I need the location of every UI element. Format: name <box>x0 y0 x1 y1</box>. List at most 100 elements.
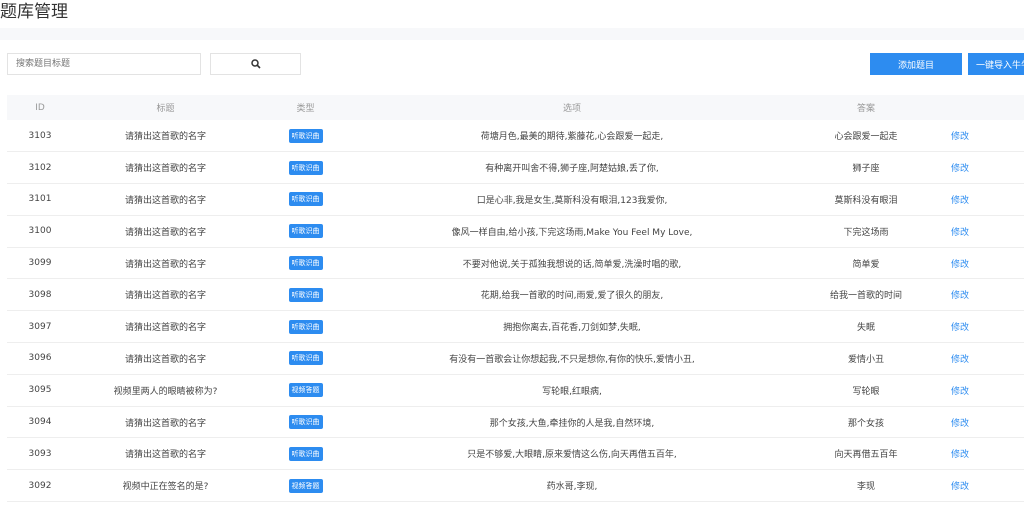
cell-title: 请猜出这首歌的名字 <box>73 215 258 248</box>
edit-link[interactable]: 修改 <box>941 342 1024 375</box>
cell-options: 只是不够爱,大眼睛,原来爱情这么伤,向天再借五百年, <box>353 437 791 471</box>
cell-title: 请猜出这首歌的名字 <box>73 247 258 280</box>
cell-id: 3101 <box>7 183 73 216</box>
type-badge: 听歌识曲 <box>288 351 323 366</box>
col-type: 类型 <box>258 95 353 120</box>
table-row: 3101 请猜出这首歌的名字 听歌识曲 口是心非,我是女生,莫斯科没有眼泪,12… <box>7 183 1024 216</box>
cell-options: 花期,给我一首歌的时间,雨爱,爱了很久的朋友, <box>353 278 791 312</box>
cell-title: 请猜出这首歌的名字 <box>73 406 258 439</box>
table-row: 3093 请猜出这首歌的名字 听歌识曲 只是不够爱,大眼睛,原来爱情这么伤,向天… <box>7 437 1024 471</box>
cell-type: 听歌识曲 <box>258 342 353 375</box>
cell-title: 请猜出这首歌的名字 <box>73 437 258 471</box>
page-title: 题库管理 <box>0 2 68 22</box>
edit-link[interactable]: 修改 <box>941 406 1024 439</box>
search-button[interactable] <box>210 53 301 75</box>
cell-id: 3095 <box>7 374 73 407</box>
table-row: 3097 请猜出这首歌的名字 听歌识曲 拥抱你离去,百花香,刀剑如梦,失眠, 失… <box>7 310 1024 344</box>
cell-id: 3093 <box>7 437 73 471</box>
table-row: 3092 视频中正在签名的是? 视频答题 药水哥,李现, 李现 修改 <box>7 469 1024 503</box>
cell-options: 像风一样自由,给小孩,下完这场雨,Make You Feel My Love, <box>353 215 791 248</box>
cell-type: 听歌识曲 <box>258 120 353 153</box>
cell-answer: 失眠 <box>791 310 941 344</box>
type-badge: 听歌识曲 <box>288 256 323 271</box>
cell-title: 请猜出这首歌的名字 <box>73 183 258 216</box>
edit-link[interactable]: 修改 <box>941 310 1024 344</box>
cell-answer: 狮子座 <box>791 151 941 185</box>
cell-type: 听歌识曲 <box>258 183 353 216</box>
edit-link[interactable]: 修改 <box>941 469 1024 503</box>
edit-link[interactable]: 修改 <box>941 247 1024 280</box>
type-badge: 听歌识曲 <box>288 224 323 239</box>
cell-answer: 李现 <box>791 469 941 503</box>
cell-id: 3096 <box>7 342 73 375</box>
cell-options: 荷塘月色,最美的期待,紫藤花,心会跟爱一起走, <box>353 120 791 153</box>
add-question-button[interactable]: 添加题目 <box>870 53 962 75</box>
table-row: 3103 请猜出这首歌的名字 听歌识曲 荷塘月色,最美的期待,紫藤花,心会跟爱一… <box>7 120 1024 153</box>
col-options: 选项 <box>353 95 791 120</box>
cell-type: 听歌识曲 <box>258 247 353 280</box>
cell-type: 视频答题 <box>258 374 353 407</box>
cell-type: 听歌识曲 <box>258 278 353 312</box>
cell-type: 听歌识曲 <box>258 406 353 439</box>
cell-answer: 写轮眼 <box>791 374 941 407</box>
table-row: 3095 视频里两人的眼睛被称为? 视频答题 写轮眼,红眼病, 写轮眼 修改 <box>7 374 1024 407</box>
cell-title: 视频里两人的眼睛被称为? <box>73 374 258 407</box>
cell-options: 有种离开叫舍不得,狮子座,阿楚姑娘,丢了你, <box>353 151 791 185</box>
edit-link[interactable]: 修改 <box>941 374 1024 407</box>
edit-link[interactable]: 修改 <box>941 437 1024 471</box>
table-row: 3102 请猜出这首歌的名字 听歌识曲 有种离开叫舍不得,狮子座,阿楚姑娘,丢了… <box>7 151 1024 185</box>
cell-options: 写轮眼,红眼病, <box>353 374 791 407</box>
type-badge: 视频答题 <box>288 383 323 398</box>
cell-answer: 爱情小丑 <box>791 342 941 375</box>
cell-id: 3099 <box>7 247 73 280</box>
table-row: 3098 请猜出这首歌的名字 听歌识曲 花期,给我一首歌的时间,雨爱,爱了很久的… <box>7 278 1024 312</box>
type-badge: 视频答题 <box>288 478 323 493</box>
cell-type: 听歌识曲 <box>258 151 353 185</box>
col-title: 标题 <box>73 95 258 120</box>
cell-id: 3098 <box>7 278 73 312</box>
cell-id: 3103 <box>7 120 73 153</box>
edit-link[interactable]: 修改 <box>941 215 1024 248</box>
edit-link[interactable]: 修改 <box>941 183 1024 216</box>
cell-options: 不要对他说,关于孤独我想说的话,简单爱,洗澡时唱的歌, <box>353 247 791 280</box>
cell-id: 3092 <box>7 469 73 503</box>
cell-answer: 那个女孩 <box>791 406 941 439</box>
edit-link[interactable]: 修改 <box>941 278 1024 312</box>
cell-id: 3094 <box>7 406 73 439</box>
cell-options: 那个女孩,大鱼,牵挂你的人是我,自然环境, <box>353 406 791 439</box>
import-button[interactable]: 一键导入牛牛 <box>968 53 1024 75</box>
cell-type: 听歌识曲 <box>258 215 353 248</box>
col-id: ID <box>7 95 73 120</box>
cell-answer: 心会跟爱一起走 <box>791 120 941 153</box>
table-header: ID 标题 类型 选项 答案 <box>7 95 1024 120</box>
cell-answer: 向天再借五百年 <box>791 437 941 471</box>
type-badge: 听歌识曲 <box>288 319 323 334</box>
cell-options: 拥抱你离去,百花香,刀剑如梦,失眠, <box>353 310 791 344</box>
search-icon <box>250 59 261 69</box>
type-badge: 听歌识曲 <box>288 160 323 175</box>
search-input[interactable] <box>7 53 201 75</box>
cell-type: 听歌识曲 <box>258 310 353 344</box>
col-action <box>941 95 1024 120</box>
cell-id: 3102 <box>7 151 73 185</box>
cell-options: 口是心非,我是女生,莫斯科没有眼泪,123我爱你, <box>353 183 791 216</box>
type-badge: 听歌识曲 <box>288 287 323 302</box>
cell-answer: 莫斯科没有眼泪 <box>791 183 941 216</box>
cell-type: 视频答题 <box>258 469 353 503</box>
type-badge: 听歌识曲 <box>288 128 323 143</box>
cell-title: 请猜出这首歌的名字 <box>73 151 258 185</box>
cell-title: 请猜出这首歌的名字 <box>73 278 258 312</box>
cell-answer: 简单爱 <box>791 247 941 280</box>
table-row: 3099 请猜出这首歌的名字 听歌识曲 不要对他说,关于孤独我想说的话,简单爱,… <box>7 247 1024 280</box>
edit-link[interactable]: 修改 <box>941 120 1024 153</box>
cell-options: 药水哥,李现, <box>353 469 791 503</box>
cell-title: 视频中正在签名的是? <box>73 469 258 503</box>
table-row: 3100 请猜出这首歌的名字 听歌识曲 像风一样自由,给小孩,下完这场雨,Mak… <box>7 215 1024 248</box>
questions-table: ID 标题 类型 选项 答案 3103 请猜出这首歌的名字 听歌识曲 荷塘月色,… <box>7 95 1024 503</box>
type-badge: 听歌识曲 <box>288 415 323 430</box>
edit-link[interactable]: 修改 <box>941 151 1024 185</box>
cell-title: 请猜出这首歌的名字 <box>73 120 258 153</box>
cell-answer: 给我一首歌的时间 <box>791 278 941 312</box>
cell-id: 3097 <box>7 310 73 344</box>
col-answer: 答案 <box>791 95 941 120</box>
